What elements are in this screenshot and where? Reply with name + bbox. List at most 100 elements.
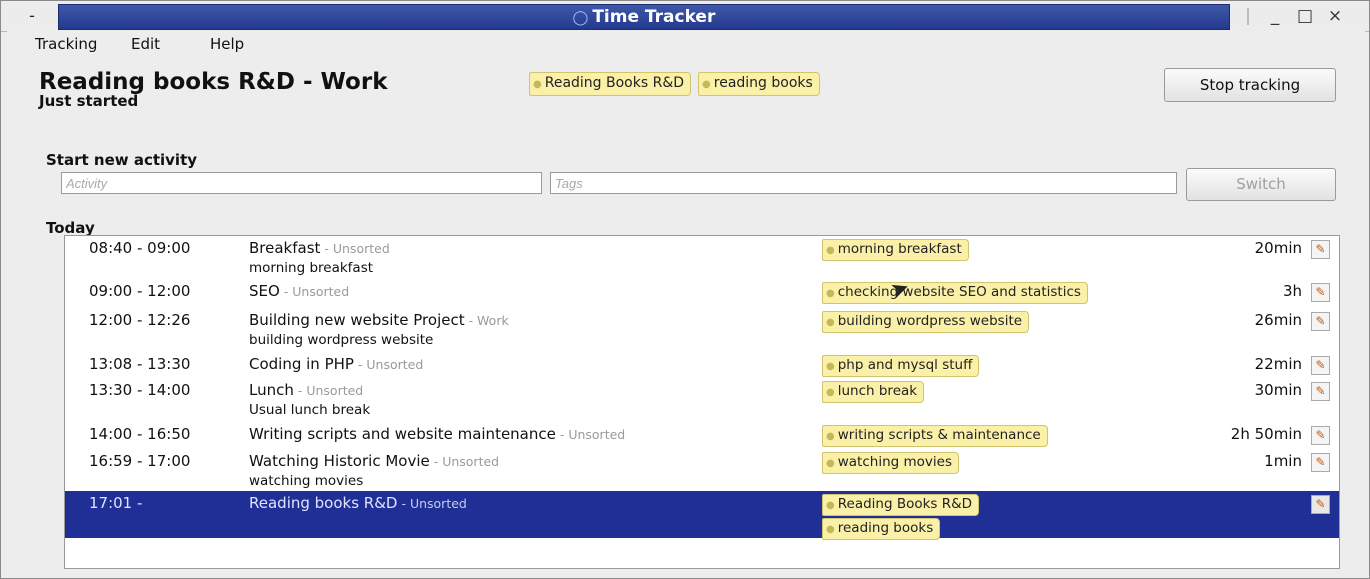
activity-duration: 1min xyxy=(1264,452,1302,470)
tag-icon: ● xyxy=(826,500,835,511)
tag-label: reading books xyxy=(713,75,813,91)
tag-label: php and mysql stuff xyxy=(837,357,973,373)
activity-description: morning breakfast xyxy=(249,260,374,276)
activity-description: watching movies xyxy=(249,473,364,489)
activity-row[interactable]: 14:00 - 16:50 Writing scripts and websit… xyxy=(65,422,1339,449)
tag: ● morning breakfast xyxy=(822,239,969,261)
activity-name-line: SEO - Unsorted xyxy=(249,282,349,300)
menu-help[interactable]: Help xyxy=(210,35,244,53)
tag-icon: ● xyxy=(702,79,711,90)
activity-name: Writing scripts and website maintenance xyxy=(249,425,556,443)
activity-name-line: Writing scripts and website maintenance … xyxy=(249,425,625,443)
edit-icon[interactable]: ✎ xyxy=(1311,283,1330,302)
activity-row[interactable]: 13:08 - 13:30 Coding in PHP - Unsorted ●… xyxy=(65,352,1339,378)
tag-icon: ● xyxy=(826,245,835,256)
edit-icon[interactable]: ✎ xyxy=(1311,426,1330,445)
maximize-button[interactable]: □ xyxy=(1294,3,1316,29)
tag: ● checking website SEO and statistics xyxy=(822,282,1088,304)
activity-list[interactable]: 08:40 - 09:00 Breakfast - Unsorted morni… xyxy=(64,235,1340,569)
edit-icon[interactable]: ✎ xyxy=(1311,240,1330,259)
activity-category: - Unsorted xyxy=(429,454,500,469)
switch-button[interactable]: Switch xyxy=(1186,168,1336,201)
activity-row[interactable]: 16:59 - 17:00 Watching Historic Movie - … xyxy=(65,449,1339,491)
menu-edit[interactable]: Edit xyxy=(131,35,160,53)
tag: ● writing scripts & maintenance xyxy=(822,425,1048,447)
tag: ● watching movies xyxy=(822,452,959,474)
activity-category: - Work xyxy=(464,313,509,328)
activity-time: 14:00 - 16:50 xyxy=(89,425,191,443)
activity-tags: ● building wordpress website xyxy=(822,311,1030,335)
activity-time: 09:00 - 12:00 xyxy=(89,282,191,300)
tag-label: reading books xyxy=(837,520,934,536)
menu-bar: Tracking Edit Help xyxy=(7,31,1365,57)
tag-icon: ● xyxy=(826,524,835,535)
activity-duration: 2h 50min xyxy=(1230,425,1302,443)
activity-category: - Unsorted xyxy=(555,427,626,442)
minimize-button[interactable]: _ xyxy=(1264,3,1286,29)
activity-tags: ● Reading Books R&D ● reading books xyxy=(822,494,980,542)
tag: ● Reading Books R&D xyxy=(529,72,692,96)
edit-icon[interactable]: ✎ xyxy=(1311,356,1330,375)
activity-category: - Unsorted xyxy=(279,284,350,299)
menu-tracking[interactable]: Tracking xyxy=(35,35,97,53)
activity-name-line: Building new website Project - Work xyxy=(249,311,509,329)
activity-category: - Unsorted xyxy=(353,357,424,372)
clock-icon: ◯ xyxy=(572,10,589,26)
tag-label: writing scripts & maintenance xyxy=(837,427,1041,443)
tag: ● reading books xyxy=(822,518,941,540)
tag-icon: ● xyxy=(826,288,835,299)
edit-icon[interactable]: ✎ xyxy=(1311,382,1330,401)
tag-label: Reading Books R&D xyxy=(544,75,685,91)
tag-icon: ● xyxy=(826,431,835,442)
time-tracker-window: - ◯ Time Tracker | _ □ × Tracking Edit He… xyxy=(0,0,1370,579)
activity-description: Usual lunch break xyxy=(249,402,371,418)
tags-input[interactable] xyxy=(550,172,1177,194)
activity-row[interactable]: 08:40 - 09:00 Breakfast - Unsorted morni… xyxy=(65,236,1339,277)
activity-row[interactable]: 12:00 - 12:26 Building new website Proje… xyxy=(65,308,1339,352)
activity-tags: ● lunch break xyxy=(822,381,925,405)
tag-label: lunch break xyxy=(837,383,918,399)
activity-name-line: Coding in PHP - Unsorted xyxy=(249,355,423,373)
activity-row[interactable]: 13:30 - 14:00 Lunch - Unsorted Usual lun… xyxy=(65,378,1339,422)
activity-name: SEO xyxy=(249,282,280,300)
activity-time: 08:40 - 09:00 xyxy=(89,239,191,257)
activity-duration: 26min xyxy=(1254,311,1302,329)
activity-name-line: Breakfast - Unsorted xyxy=(249,239,390,257)
activity-name-line: Lunch - Unsorted xyxy=(249,381,363,399)
tag-icon: ● xyxy=(826,458,835,469)
activity-duration: 3h xyxy=(1282,282,1302,300)
tag: ● php and mysql stuff xyxy=(822,355,980,377)
activity-name: Watching Historic Movie xyxy=(249,452,430,470)
edit-icon[interactable]: ✎ xyxy=(1311,453,1330,472)
tag-label: morning breakfast xyxy=(837,241,962,257)
activity-time: 13:08 - 13:30 xyxy=(89,355,191,373)
activity-time: 12:00 - 12:26 xyxy=(89,311,191,329)
edit-icon[interactable]: ✎ xyxy=(1311,312,1330,331)
edit-icon[interactable]: ✎ xyxy=(1311,495,1330,514)
activity-name: Reading books R&D xyxy=(249,494,398,512)
activity-name-line: Reading books R&D - Unsorted xyxy=(249,494,467,512)
activity-name: Lunch xyxy=(249,381,294,399)
window-menu-button[interactable]: - xyxy=(19,3,45,29)
window-title: Time Tracker xyxy=(592,7,716,27)
activity-name: Building new website Project xyxy=(249,311,465,329)
activity-tags: ● watching movies xyxy=(822,452,959,476)
window-title-bar-active[interactable]: ◯ Time Tracker xyxy=(58,4,1230,30)
tag: ● lunch break xyxy=(822,381,925,403)
tag-label: checking website SEO and statistics xyxy=(837,284,1081,300)
close-button[interactable]: × xyxy=(1324,3,1346,29)
activity-tags: ● checking website SEO and statistics xyxy=(822,282,1088,306)
activity-input[interactable] xyxy=(61,172,542,194)
tag-icon: ● xyxy=(533,79,542,90)
activity-name-line: Watching Historic Movie - Unsorted xyxy=(249,452,499,470)
activity-time: 13:30 - 14:00 xyxy=(89,381,191,399)
activity-duration: 30min xyxy=(1254,381,1302,399)
title-bar[interactable]: - ◯ Time Tracker | _ □ × xyxy=(1,1,1369,32)
activity-name: Breakfast xyxy=(249,239,321,257)
tag-label: watching movies xyxy=(837,454,952,470)
activity-name: Coding in PHP xyxy=(249,355,354,373)
activity-row[interactable]: 09:00 - 12:00 SEO - Unsorted ● checking w… xyxy=(65,279,1339,306)
activity-description: building wordpress website xyxy=(249,332,434,348)
stop-tracking-button[interactable]: Stop tracking xyxy=(1164,68,1336,102)
activity-row-selected[interactable]: 17:01 - Reading books R&D - Unsorted ● Re… xyxy=(65,491,1339,540)
